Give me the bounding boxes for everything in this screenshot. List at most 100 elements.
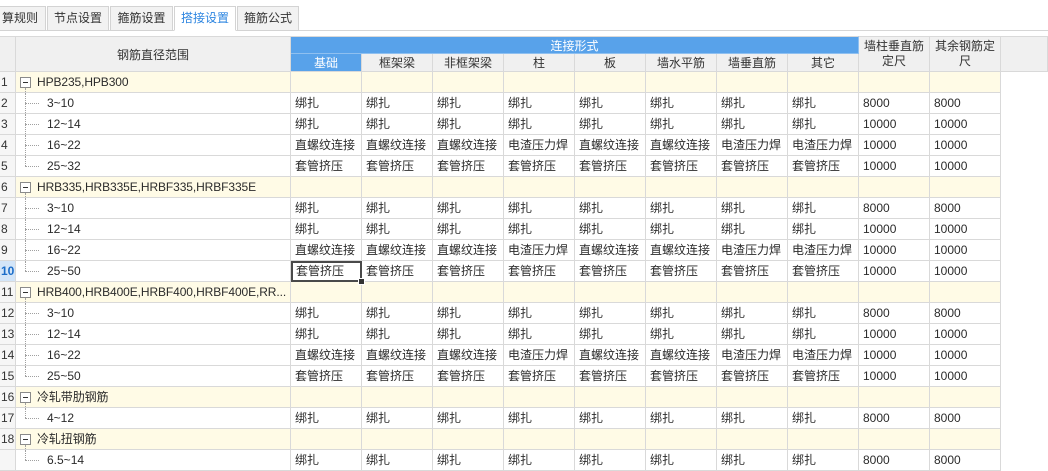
row-number[interactable]: 13 [0, 324, 16, 345]
tab-node-settings[interactable]: 节点设置 [47, 6, 109, 31]
cell-slab[interactable]: 绑扎 [575, 219, 646, 240]
cell-non-frame-beam[interactable]: 绑扎 [433, 198, 504, 219]
cell-frame-beam[interactable]: 绑扎 [362, 93, 433, 114]
diameter-range-cell[interactable]: 12~14 [16, 219, 291, 240]
cell-wall-vertical-bar[interactable]: 绑扎 [717, 324, 788, 345]
cell-frame-beam[interactable]: 直螺纹连接 [362, 135, 433, 156]
cell-slab[interactable]: 直螺纹连接 [575, 345, 646, 366]
cell-wall-horizontal-bar[interactable]: 绑扎 [646, 408, 717, 429]
cell-foundation[interactable]: 套管挤压 [291, 366, 362, 387]
cell-non-frame-beam[interactable]: 直螺纹连接 [433, 240, 504, 261]
cell-frame-beam[interactable]: 绑扎 [362, 450, 433, 471]
tab-stirrup-formula[interactable]: 箍筋公式 [237, 6, 299, 31]
cell-foundation[interactable]: 绑扎 [291, 114, 362, 135]
cell-other-length[interactable]: 8000 [930, 198, 1001, 219]
cell-column[interactable]: 电渣压力焊 [504, 345, 575, 366]
cell-other[interactable]: 绑扎 [788, 408, 859, 429]
cell-slab[interactable]: 绑扎 [575, 324, 646, 345]
cell-non-frame-beam[interactable]: 绑扎 [433, 219, 504, 240]
cell-other-length[interactable]: 10000 [930, 261, 1001, 282]
cell-wall-horizontal-bar[interactable]: 绑扎 [646, 198, 717, 219]
row-number[interactable] [0, 450, 16, 471]
minus-box-icon[interactable] [20, 182, 31, 193]
cell-column[interactable]: 电渣压力焊 [504, 135, 575, 156]
cell-wall-horizontal-bar[interactable]: 绑扎 [646, 450, 717, 471]
row-number[interactable]: 6 [0, 177, 16, 198]
cell-slab[interactable]: 绑扎 [575, 450, 646, 471]
cell-other-length[interactable]: 10000 [930, 219, 1001, 240]
cell-wall-vertical-bar[interactable]: 电渣压力焊 [717, 345, 788, 366]
cell-wall-vertical-bar[interactable]: 绑扎 [717, 303, 788, 324]
minus-box-icon[interactable] [20, 434, 31, 445]
cell-foundation[interactable]: 套管挤压 [291, 156, 362, 177]
cell-other-length[interactable]: 10000 [930, 156, 1001, 177]
cell-wall-horizontal-bar[interactable]: 绑扎 [646, 324, 717, 345]
cell-frame-beam[interactable]: 绑扎 [362, 114, 433, 135]
row-number-header[interactable] [0, 36, 16, 72]
cell-frame-beam[interactable]: 绑扎 [362, 324, 433, 345]
cell-column[interactable]: 绑扎 [504, 219, 575, 240]
cell-wall-vertical-bar[interactable]: 绑扎 [717, 114, 788, 135]
cell-other-length[interactable]: 8000 [930, 303, 1001, 324]
group-name-cell[interactable]: 冷轧带肋钢筋 [16, 387, 291, 408]
minus-box-icon[interactable] [20, 392, 31, 403]
cell-foundation[interactable]: 套管挤压 [291, 261, 365, 285]
group-name-cell[interactable]: HPB235,HPB300 [16, 72, 291, 93]
cell-foundation[interactable]: 直螺纹连接 [291, 135, 362, 156]
cell-slab[interactable]: 绑扎 [575, 408, 646, 429]
cell-slab[interactable]: 绑扎 [575, 114, 646, 135]
cell-wall-vertical-bar[interactable]: 套管挤压 [717, 366, 788, 387]
tab-calculation-rules[interactable]: 算规则 [0, 6, 46, 31]
cell-wall-vertical-bar[interactable]: 绑扎 [717, 408, 788, 429]
row-number[interactable]: 8 [0, 219, 16, 240]
cell-non-frame-beam[interactable]: 绑扎 [433, 114, 504, 135]
cell-other[interactable]: 绑扎 [788, 114, 859, 135]
cell-other[interactable]: 套管挤压 [788, 156, 859, 177]
group-name-cell[interactable]: HRB400,HRB400E,HRBF400,HRBF400E,RR... [16, 282, 291, 303]
cell-column[interactable]: 绑扎 [504, 450, 575, 471]
cell-wall-column-vertical-length[interactable]: 8000 [859, 450, 930, 471]
cell-other[interactable]: 绑扎 [788, 324, 859, 345]
row-number[interactable]: 1 [0, 72, 16, 93]
cell-wall-vertical-bar[interactable]: 绑扎 [717, 450, 788, 471]
diameter-range-cell[interactable]: 16~22 [16, 240, 291, 261]
cell-frame-beam[interactable]: 绑扎 [362, 303, 433, 324]
cell-other[interactable]: 电渣压力焊 [788, 240, 859, 261]
cell-wall-column-vertical-length[interactable]: 10000 [859, 219, 930, 240]
row-number[interactable]: 11 [0, 282, 16, 303]
cell-non-frame-beam[interactable]: 绑扎 [433, 450, 504, 471]
diameter-range-cell[interactable]: 25~32 [16, 156, 291, 177]
cell-wall-column-vertical-length[interactable]: 10000 [859, 345, 930, 366]
cell-other[interactable]: 绑扎 [788, 450, 859, 471]
cell-other[interactable]: 电渣压力焊 [788, 135, 859, 156]
cell-slab[interactable]: 套管挤压 [575, 366, 646, 387]
cell-wall-column-vertical-length[interactable]: 10000 [859, 156, 930, 177]
row-number[interactable]: 10 [0, 261, 16, 282]
cell-other-length[interactable]: 10000 [930, 345, 1001, 366]
diameter-range-cell[interactable]: 3~10 [16, 198, 291, 219]
cell-column[interactable]: 电渣压力焊 [504, 240, 575, 261]
cell-column[interactable]: 绑扎 [504, 198, 575, 219]
row-number[interactable]: 17 [0, 408, 16, 429]
cell-wall-column-vertical-length[interactable]: 10000 [859, 114, 930, 135]
tab-lap-settings[interactable]: 搭接设置 [174, 6, 236, 31]
cell-foundation[interactable]: 绑扎 [291, 198, 362, 219]
fill-handle[interactable] [358, 278, 365, 285]
cell-other-length[interactable]: 8000 [930, 93, 1001, 114]
row-number[interactable]: 14 [0, 345, 16, 366]
row-number[interactable]: 18 [0, 429, 16, 450]
cell-wall-horizontal-bar[interactable]: 绑扎 [646, 303, 717, 324]
cell-wall-vertical-bar[interactable]: 套管挤压 [717, 156, 788, 177]
cell-column[interactable]: 绑扎 [504, 93, 575, 114]
cell-wall-column-vertical-length[interactable]: 10000 [859, 324, 930, 345]
cell-frame-beam[interactable]: 绑扎 [362, 198, 433, 219]
row-number[interactable]: 2 [0, 93, 16, 114]
cell-other-length[interactable]: 10000 [930, 324, 1001, 345]
row-number[interactable]: 15 [0, 366, 16, 387]
cell-frame-beam[interactable]: 套管挤压 [362, 366, 433, 387]
cell-slab[interactable]: 直螺纹连接 [575, 240, 646, 261]
cell-non-frame-beam[interactable]: 绑扎 [433, 324, 504, 345]
cell-wall-column-vertical-length[interactable]: 8000 [859, 408, 930, 429]
cell-foundation[interactable]: 直螺纹连接 [291, 345, 362, 366]
cell-non-frame-beam[interactable]: 套管挤压 [433, 156, 504, 177]
